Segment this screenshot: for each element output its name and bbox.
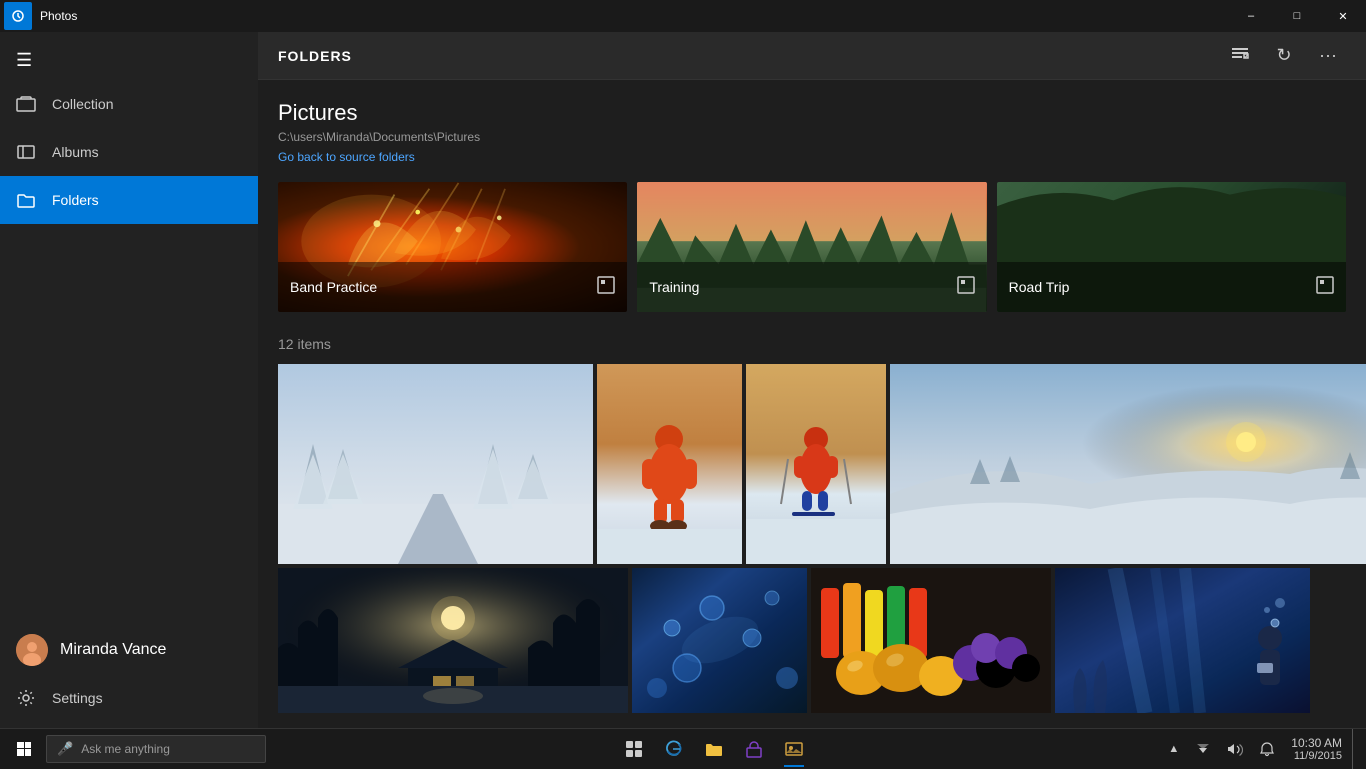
- maximize-button[interactable]: □: [1274, 0, 1320, 32]
- photo-item[interactable]: [746, 364, 886, 564]
- hamburger-button[interactable]: ☰: [0, 40, 258, 80]
- clock-display[interactable]: 10:30 AM 11/9/2015: [1285, 729, 1348, 769]
- start-button[interactable]: [4, 729, 44, 769]
- photo-item[interactable]: [890, 364, 1366, 564]
- folder-select-icon: [1316, 276, 1334, 299]
- folders-icon: [16, 190, 36, 210]
- source-folders-link[interactable]: Go back to source folders: [278, 150, 415, 164]
- refresh-icon: ↻: [1276, 45, 1291, 66]
- minimize-button[interactable]: –: [1228, 0, 1274, 32]
- folder-training[interactable]: Training: [637, 182, 986, 312]
- folder-select-icon: [957, 276, 975, 299]
- photo-grid-row2: [278, 568, 1346, 713]
- settings-label: Settings: [52, 690, 103, 706]
- sidebar-item-collection[interactable]: Collection: [0, 80, 258, 128]
- photo-item[interactable]: [811, 568, 1051, 713]
- window-controls: – □ ✕: [1228, 0, 1366, 32]
- more-icon: ···: [1319, 45, 1337, 66]
- task-view-button[interactable]: [614, 729, 654, 769]
- folder-select-icon: [597, 276, 615, 299]
- albums-label: Albums: [52, 144, 99, 160]
- settings-icon: [16, 688, 36, 708]
- store-button[interactable]: [734, 729, 774, 769]
- toolbar-title: FOLDERS: [278, 48, 352, 64]
- select-all-button[interactable]: [1222, 38, 1258, 74]
- refresh-button[interactable]: ↻: [1266, 38, 1302, 74]
- taskbar-left: 🎤 Ask me anything: [0, 729, 266, 769]
- app-title: Photos: [40, 9, 77, 23]
- folder-band-practice[interactable]: Band Practice: [278, 182, 627, 312]
- folders-label: Folders: [52, 192, 99, 208]
- photo-item[interactable]: [597, 364, 742, 564]
- settings-item[interactable]: Settings: [0, 676, 258, 720]
- folder-name: Training: [649, 279, 699, 295]
- photo-item[interactable]: [1055, 568, 1310, 713]
- albums-icon: [16, 142, 36, 162]
- items-count: 12 items: [278, 336, 1346, 352]
- app-body: ☰ Collection Albums Folders: [0, 32, 1366, 728]
- search-bar[interactable]: 🎤 Ask me anything: [46, 735, 266, 763]
- hamburger-icon: ☰: [16, 50, 32, 71]
- pictures-title: Pictures: [278, 100, 1346, 126]
- clock-time: 10:30 AM: [1291, 736, 1342, 750]
- username: Miranda Vance: [60, 641, 166, 659]
- photo-item[interactable]: [278, 568, 628, 713]
- toolbar: FOLDERS ↻ ···: [258, 32, 1366, 80]
- pictures-header: Pictures C:\users\Miranda\Documents\Pict…: [278, 100, 1346, 166]
- folder-name: Road Trip: [1009, 279, 1070, 295]
- clock-date: 11/9/2015: [1291, 750, 1342, 762]
- photo-grid-row1: [278, 364, 1346, 564]
- select-all-icon: [1230, 43, 1250, 68]
- show-desktop-button[interactable]: [1352, 729, 1358, 769]
- main-content: FOLDERS ↻ ··· Pictures C:\users: [258, 32, 1366, 728]
- photo-item[interactable]: [632, 568, 807, 713]
- toolbar-actions: ↻ ···: [1222, 38, 1346, 74]
- folder-name: Band Practice: [290, 279, 377, 295]
- chevron-up-icon: ▲: [1168, 743, 1179, 755]
- folder-road-trip[interactable]: Road Trip: [997, 182, 1346, 312]
- taskbar-center: [614, 729, 814, 769]
- title-bar: Photos – □ ✕: [0, 0, 1366, 32]
- folder-overlay: Training: [637, 262, 986, 312]
- app-icon: [4, 2, 32, 30]
- folders-row: Band Practice: [278, 182, 1346, 312]
- close-button[interactable]: ✕: [1320, 0, 1366, 32]
- windows-logo-icon: [17, 742, 31, 756]
- volume-icon-button[interactable]: [1221, 729, 1249, 769]
- sidebar: ☰ Collection Albums Folders: [0, 32, 258, 728]
- content-area: Pictures C:\users\Miranda\Documents\Pict…: [258, 80, 1366, 728]
- file-explorer-button[interactable]: [694, 729, 734, 769]
- search-placeholder: Ask me anything: [81, 742, 170, 756]
- microphone-icon: 🎤: [57, 741, 73, 757]
- collection-icon: [16, 94, 36, 114]
- folder-overlay: Band Practice: [278, 262, 627, 312]
- collection-label: Collection: [52, 96, 113, 112]
- folder-overlay: Road Trip: [997, 262, 1346, 312]
- user-profile[interactable]: Miranda Vance: [0, 624, 258, 676]
- network-icon-button[interactable]: [1189, 729, 1217, 769]
- avatar: [16, 634, 48, 666]
- pictures-path: C:\users\Miranda\Documents\Pictures: [278, 130, 1346, 144]
- sidebar-item-albums[interactable]: Albums: [0, 128, 258, 176]
- photo-item[interactable]: [278, 364, 593, 564]
- show-hidden-icons-button[interactable]: ▲: [1162, 729, 1185, 769]
- more-button[interactable]: ···: [1310, 38, 1346, 74]
- photos-taskbar-button[interactable]: [774, 729, 814, 769]
- notification-icon-button[interactable]: [1253, 729, 1281, 769]
- clock: 10:30 AM 11/9/2015: [1291, 736, 1342, 762]
- taskbar: 🎤 Ask me anything ▲: [0, 728, 1366, 768]
- edge-button[interactable]: [654, 729, 694, 769]
- sidebar-item-folders[interactable]: Folders: [0, 176, 258, 224]
- taskbar-right: ▲ 10:30 AM 11/9/2015: [1162, 729, 1366, 769]
